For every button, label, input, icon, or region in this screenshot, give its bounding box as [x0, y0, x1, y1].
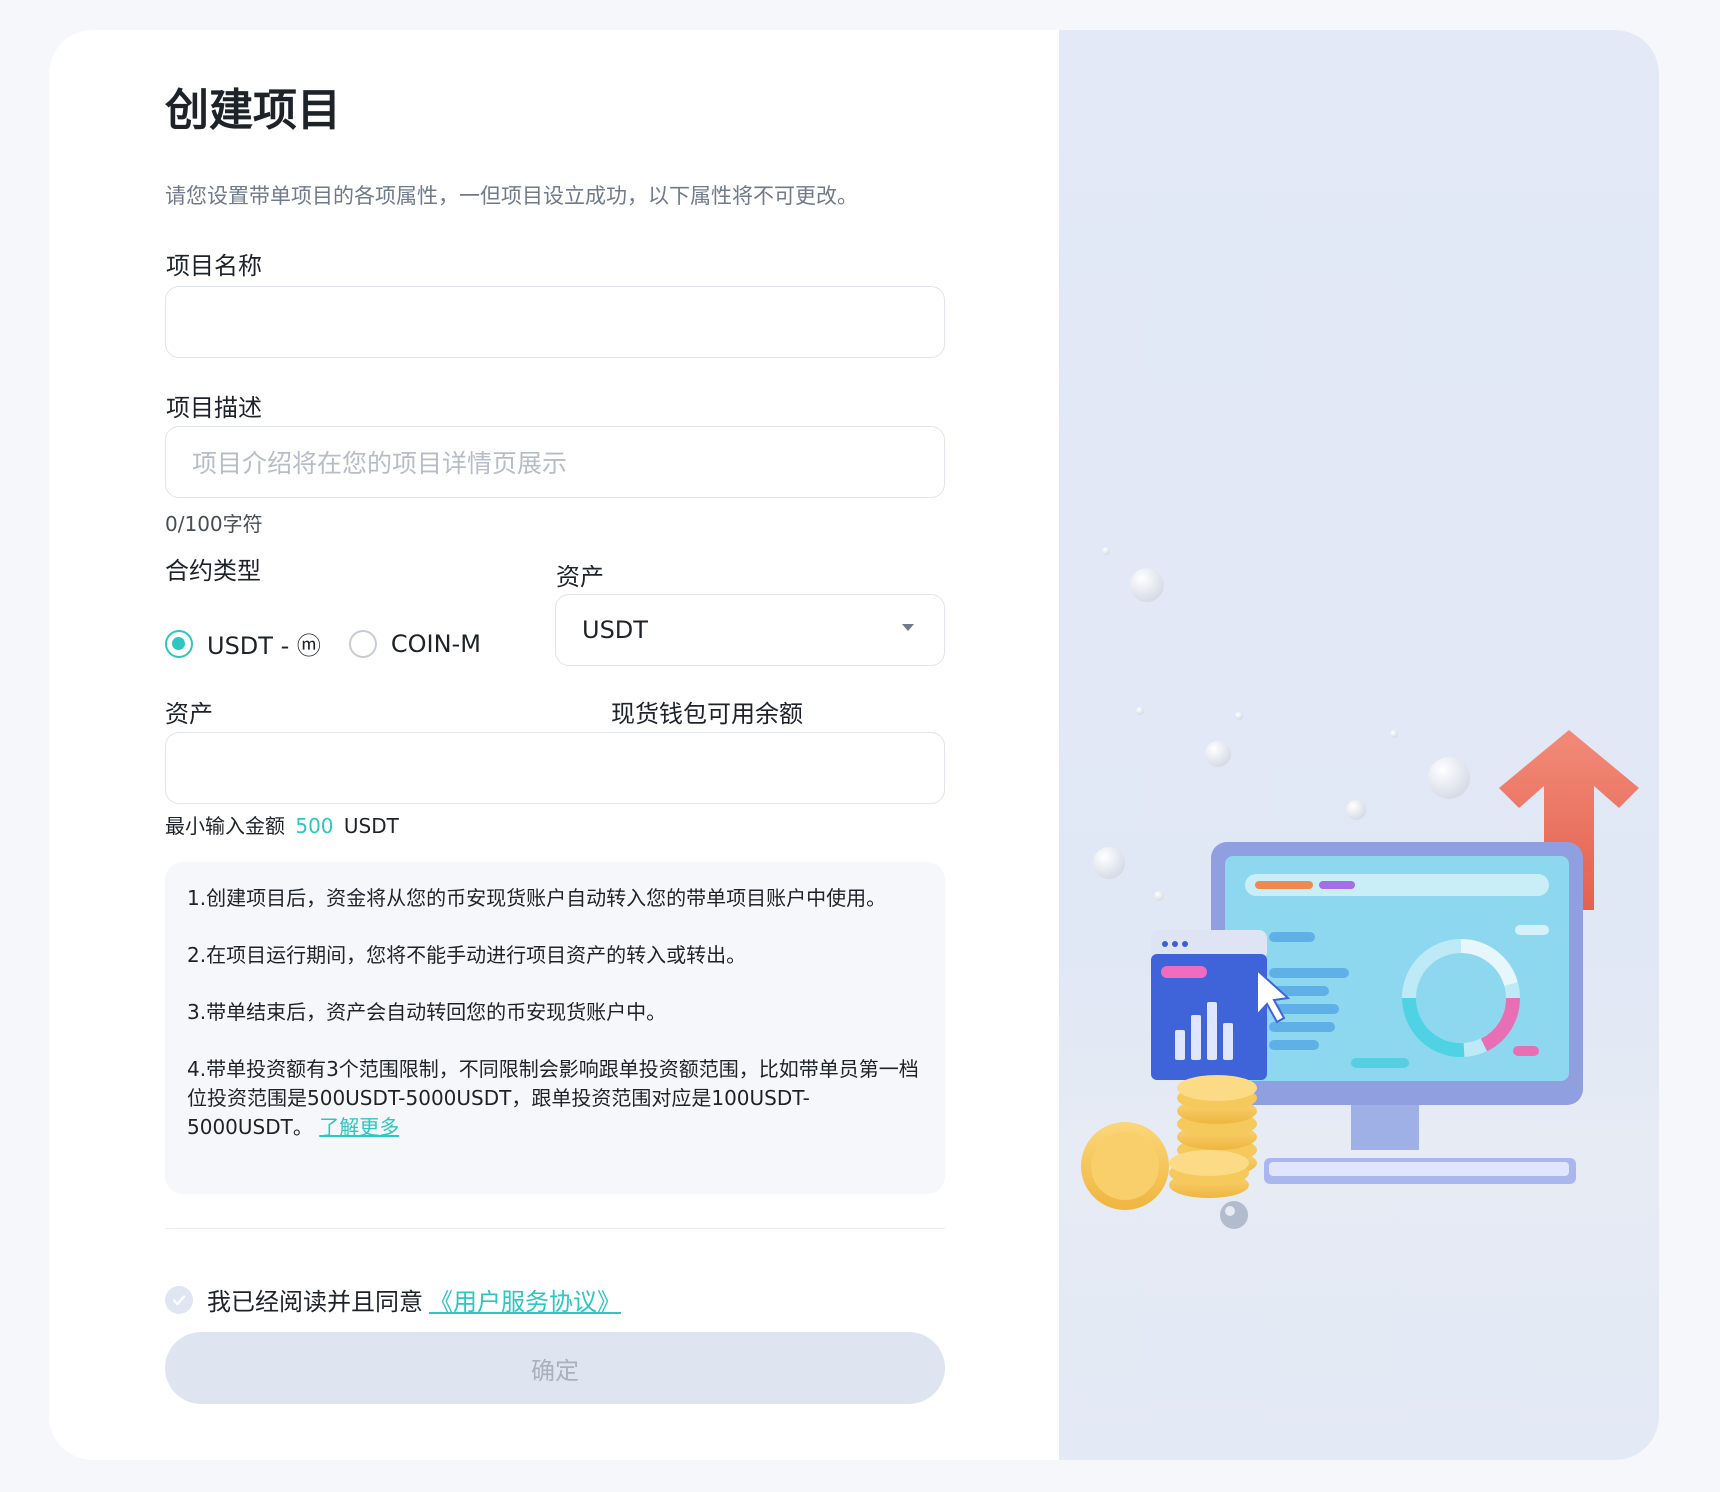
check-icon	[172, 1294, 186, 1305]
desc-char-counter: 0/100字符	[165, 512, 263, 536]
project-desc-label: 项目描述	[166, 394, 262, 422]
asset-select[interactable]: USDT	[555, 594, 945, 666]
chevron-down-icon	[902, 624, 914, 631]
create-project-card: 创建项目 请您设置带单项目的各项属性，一但项目设立成功，以下属性将不可更改。 项…	[49, 30, 1659, 1460]
min-amount-value: 500	[295, 814, 334, 838]
radio-coin-m-label[interactable]: COIN-M	[391, 630, 481, 658]
min-amount-hint: 最小输入金额 500 USDT	[165, 810, 399, 839]
project-desc-placeholder: 项目介绍将在您的项目详情页展示	[192, 449, 568, 478]
amount-input[interactable]	[165, 732, 945, 804]
note-item: 2.在项目运行期间，您将不能手动进行项目资产的转入或转出。	[187, 943, 747, 967]
note-item-text: 4.带单投资额有3个范围限制，不同限制会影响跟单投资额范围，比如带单员第一档位投…	[187, 1057, 919, 1139]
user-agreement-link[interactable]: 《用户服务协议》	[429, 1282, 621, 1317]
note-item: 3.带单结束后，资产会自动转回您的币安现货账户中。	[187, 1000, 667, 1024]
radio-usdt-m-label[interactable]: USDT - ⓜ	[207, 626, 321, 661]
min-amount-unit: USDT	[343, 814, 399, 838]
monitor-chart-arrow-illustration	[1081, 547, 1639, 1229]
agreement-row: 我已经阅读并且同意 《用户服务协议》	[165, 1282, 621, 1317]
min-amount-prefix: 最小输入金额	[165, 814, 285, 838]
project-name-label: 项目名称	[166, 252, 262, 280]
page-subtitle: 请您设置带单项目的各项属性，一但项目设立成功，以下属性将不可更改。	[165, 184, 858, 208]
form-panel: 创建项目 请您设置带单项目的各项属性，一但项目设立成功，以下属性将不可更改。 项…	[49, 30, 1059, 1460]
note-item: 4.带单投资额有3个范围限制，不同限制会影响跟单投资额范围，比如带单员第一档位投…	[187, 1055, 923, 1142]
divider	[165, 1228, 945, 1229]
radio-usdt-m[interactable]	[165, 629, 193, 658]
learn-more-link[interactable]: 了解更多	[319, 1115, 399, 1139]
agreement-text: 我已经阅读并且同意	[207, 1288, 423, 1316]
page-title: 创建项目	[165, 85, 341, 136]
notes-box: 1.创建项目后，资金将从您的币安现货账户自动转入您的带单项目账户中使用。 2.在…	[165, 862, 945, 1194]
note-item: 1.创建项目后，资金将从您的币安现货账户自动转入您的带单项目账户中使用。	[187, 886, 887, 910]
agreement-checkbox[interactable]	[165, 1285, 193, 1314]
project-name-input[interactable]	[165, 286, 945, 358]
asset-select-label: 资产	[556, 563, 604, 591]
radio-coin-m[interactable]	[348, 629, 377, 658]
project-desc-input[interactable]: 项目介绍将在您的项目详情页展示	[165, 426, 945, 498]
contract-type-group: USDT - ⓜ COIN-M	[165, 626, 509, 661]
contract-type-label: 合约类型	[165, 557, 261, 585]
spot-balance-label: 现货钱包可用余额	[611, 700, 803, 728]
asset-select-value: USDT	[582, 616, 648, 644]
illustration-panel	[1059, 30, 1659, 1460]
amount-label: 资产	[165, 700, 213, 728]
confirm-button[interactable]: 确定	[165, 1332, 945, 1404]
